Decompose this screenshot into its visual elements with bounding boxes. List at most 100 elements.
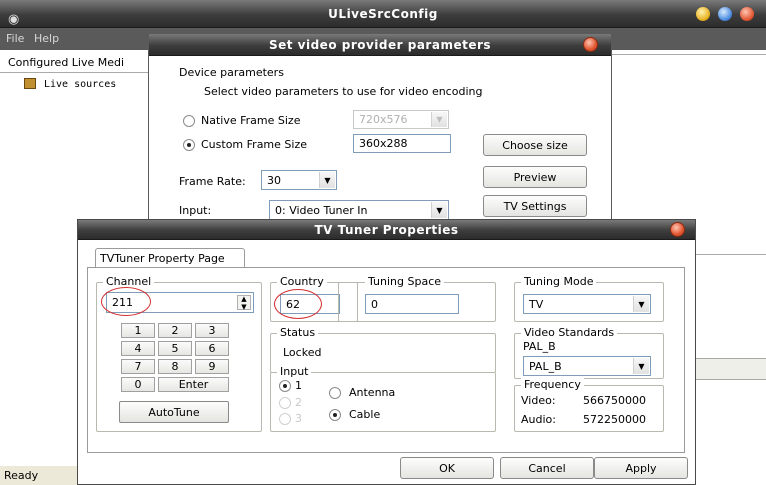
video-standards-group: Video Standards PAL_B PAL_B ▼ [514, 326, 664, 379]
keypad-0[interactable]: 0 [121, 377, 155, 392]
antenna-radio[interactable] [329, 387, 341, 399]
spin-down-icon[interactable]: ▼ [241, 303, 246, 311]
tree-item-label: Live sources [44, 79, 117, 90]
keypad-2[interactable]: 2 [158, 323, 192, 338]
audio-frequency-label: Audio: [521, 413, 556, 426]
chevron-down-icon: ▼ [319, 172, 335, 188]
tab-tvtuner-property-page[interactable]: TVTuner Property Page [95, 248, 245, 268]
close-icon[interactable] [583, 37, 598, 52]
input-value: 0: Video Tuner In [275, 203, 368, 217]
tuner-dialog-title: TV Tuner Properties [314, 223, 459, 237]
native-frame-size-select[interactable]: 720x576 ▼ [353, 110, 449, 129]
input-1-radio[interactable] [279, 380, 291, 392]
native-frame-size-label: Native Frame Size [201, 114, 301, 127]
close-icon[interactable] [670, 222, 685, 237]
tab-pane: Channel 211 ▲ ▼ 1 2 3 4 5 6 7 8 9 0 Enter… [87, 267, 685, 453]
custom-frame-size-input[interactable]: 360x288 [353, 134, 451, 153]
video-standard-current: PAL_B [523, 340, 556, 353]
tuning-mode-group: Tuning Mode TV ▼ [514, 275, 664, 322]
input-label: Input: [179, 204, 212, 217]
video-standard-value: PAL_B [529, 359, 562, 373]
video-standards-label: Video Standards [521, 326, 618, 339]
tuner-input-label: Input [277, 365, 312, 378]
tree-item-live-sources[interactable]: Live sources [24, 78, 116, 90]
input-2-label: 2 [295, 396, 302, 409]
tv-tuner-dialog: TV Tuner Properties TVTuner Property Pag… [77, 219, 696, 485]
cancel-button[interactable]: Cancel [500, 457, 594, 479]
tree-divider [0, 72, 150, 73]
chevron-down-icon: ▼ [633, 296, 649, 312]
main-window-title: ULiveSrcConfig [328, 7, 438, 21]
keypad-1[interactable]: 1 [121, 323, 155, 338]
keypad-5[interactable]: 5 [158, 341, 192, 356]
tuning-space-group: Tuning Space 0 [338, 275, 496, 322]
keypad-enter[interactable]: Enter [158, 377, 229, 392]
video-frequency-label: Video: [521, 394, 556, 407]
highlight-circle [101, 287, 151, 316]
native-frame-size-radio[interactable] [183, 115, 195, 127]
menu-file[interactable]: File [6, 32, 24, 45]
keypad-7[interactable]: 7 [121, 359, 155, 374]
input-select[interactable]: 0: Video Tuner In ▼ [269, 200, 449, 220]
channel-group: Channel 211 ▲ ▼ 1 2 3 4 5 6 7 8 9 0 Enter… [96, 275, 262, 432]
choose-size-button[interactable]: Choose size [483, 134, 587, 156]
frame-rate-select[interactable]: 30 ▼ [261, 170, 337, 190]
tuning-space-label: Tuning Space [365, 275, 445, 288]
tuning-mode-value: TV [529, 297, 544, 311]
audio-frequency-value: 572250000 [583, 413, 646, 426]
keypad-6[interactable]: 6 [195, 341, 229, 356]
custom-frame-size-radio[interactable] [183, 139, 195, 151]
tuning-space-input[interactable]: 0 [365, 294, 459, 314]
input-1-label: 1 [295, 379, 302, 392]
ok-button[interactable]: OK [400, 457, 494, 479]
panel-rule [612, 54, 766, 55]
keypad-4[interactable]: 4 [121, 341, 155, 356]
minimize-icon[interactable] [696, 7, 710, 21]
right-panel-strip [696, 358, 766, 380]
video-description-text: Select video parameters to use for video… [204, 85, 483, 98]
frame-rate-label: Frame Rate: [179, 175, 246, 188]
autotune-button[interactable]: AutoTune [119, 401, 229, 423]
status-value: Locked [283, 346, 322, 359]
status-label: Status [277, 326, 319, 339]
keypad-3[interactable]: 3 [195, 323, 229, 338]
native-frame-size-value: 720x576 [359, 113, 408, 126]
panel-rule [696, 254, 766, 255]
menu-help[interactable]: Help [34, 32, 59, 45]
keypad-8[interactable]: 8 [158, 359, 192, 374]
country-label: Country [277, 275, 327, 288]
highlight-circle [274, 289, 322, 319]
chevron-down-icon: ▼ [431, 112, 447, 127]
input-3-label: 3 [295, 412, 302, 425]
chevron-down-icon: ▼ [633, 358, 649, 374]
chevron-down-icon: ▼ [431, 202, 447, 218]
close-icon[interactable] [740, 7, 754, 21]
tv-settings-button[interactable]: TV Settings [483, 195, 587, 217]
folder-icon [24, 78, 36, 89]
video-frequency-value: 566750000 [583, 394, 646, 407]
cable-label: Cable [349, 408, 381, 421]
tuner-dialog-title-bar[interactable]: TV Tuner Properties [78, 220, 695, 240]
frame-rate-value: 30 [267, 173, 281, 187]
status-bar: Ready [0, 466, 80, 485]
video-standard-select[interactable]: PAL_B ▼ [523, 356, 651, 376]
tuning-mode-label: Tuning Mode [521, 275, 597, 288]
keypad-9[interactable]: 9 [195, 359, 229, 374]
video-provider-dialog: Set video provider parameters Device par… [148, 33, 612, 233]
video-dialog-title-bar[interactable]: Set video provider parameters [149, 34, 611, 56]
channel-spinner[interactable]: ▲ ▼ [237, 295, 251, 311]
cable-radio[interactable] [329, 409, 341, 421]
maximize-icon[interactable] [718, 7, 732, 21]
tuning-mode-select[interactable]: TV ▼ [523, 294, 651, 314]
preview-button[interactable]: Preview [483, 166, 587, 188]
input-3-radio[interactable] [279, 413, 291, 425]
apply-button[interactable]: Apply [594, 457, 688, 479]
custom-frame-size-label: Custom Frame Size [201, 138, 307, 151]
input-2-radio[interactable] [279, 397, 291, 409]
main-title-bar[interactable]: ◉ ULiveSrcConfig [0, 0, 766, 28]
tuner-input-group: Input 1 2 3 Antenna Cable [270, 365, 496, 432]
spin-up-icon[interactable]: ▲ [241, 295, 246, 303]
channel-label: Channel [103, 275, 155, 288]
antenna-label: Antenna [349, 386, 396, 399]
device-parameters-label: Device parameters [179, 66, 284, 79]
